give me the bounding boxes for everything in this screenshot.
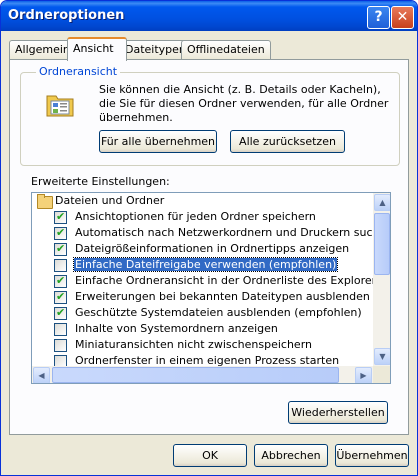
advanced-settings-label: Erweiterte Einstellungen:	[31, 175, 170, 188]
checkbox[interactable]	[54, 339, 67, 352]
cancel-button[interactable]: Abbrechen	[254, 444, 328, 467]
window-title: Ordneroptionen	[8, 8, 125, 23]
folder-view-description: Sie können die Ansicht (z. B. Details od…	[99, 83, 389, 124]
checkbox[interactable]: ✔	[54, 274, 67, 288]
vertical-scroll-thumb[interactable]	[374, 213, 390, 275]
ok-button[interactable]: OK	[173, 444, 247, 467]
close-button[interactable]: ✕	[391, 6, 414, 29]
checkbox[interactable]: ✔	[54, 306, 67, 320]
tab-offlinedateien[interactable]: Offlinedateien	[181, 40, 271, 59]
list-item-label: Erweiterungen bei bekannten Dateitypen a…	[75, 290, 370, 303]
checkbox[interactable]: ✔	[54, 242, 67, 256]
check-icon: ✔	[56, 306, 66, 319]
list-item-label: Geschützte Systemdateien ausblenden (emp…	[75, 306, 362, 319]
check-icon: ✔	[56, 290, 66, 303]
scroll-right-icon[interactable]: ▶	[355, 367, 372, 383]
scrollbar-corner	[373, 366, 390, 383]
scroll-left-icon[interactable]: ◀	[33, 367, 50, 383]
folder-icon	[37, 194, 53, 209]
list-item-label: Dateien und Ordner	[55, 194, 165, 207]
restore-defaults-button[interactable]: Wiederherstellen	[288, 401, 388, 424]
apply-button[interactable]: Übernehmen	[335, 444, 409, 467]
checkbox[interactable]: ✔	[54, 210, 67, 224]
scroll-down-icon[interactable]: ▼	[374, 348, 390, 365]
advanced-settings-list[interactable]: Dateien und Ordner ✔ Ansichtoptionen für…	[31, 192, 391, 384]
horizontal-scroll-thumb[interactable]	[52, 367, 339, 383]
horizontal-scrollbar[interactable]: ◀ ▶	[32, 366, 373, 383]
checkbox[interactable]: ✔	[54, 290, 67, 304]
check-icon: ✔	[56, 242, 66, 255]
check-icon: ✔	[56, 226, 66, 239]
check-icon: ✔	[56, 274, 66, 287]
vertical-scrollbar[interactable]: ▲ ▼	[373, 193, 390, 366]
checkbox[interactable]: ✔	[54, 226, 67, 240]
scroll-up-icon[interactable]: ▲	[374, 194, 390, 211]
folder-view-title: Ordneransicht	[36, 65, 121, 78]
list-item-label: Einfache Ordneransicht in der Ordnerlist…	[75, 274, 390, 287]
check-icon: ✔	[56, 210, 66, 223]
list-item-label: Inhalte von Systemordnern anzeigen	[75, 322, 278, 335]
list-item-label: Einfache Dateifreigabe verwenden (empfoh…	[72, 257, 339, 272]
checkbox[interactable]	[54, 259, 67, 272]
list-item-label: Dateigrößeinformationen in Ordnertipps a…	[75, 242, 350, 255]
checkbox[interactable]	[54, 323, 67, 336]
help-button[interactable]: ?	[367, 6, 390, 29]
apply-to-all-folders-button[interactable]: Für alle übernehmen	[99, 130, 217, 153]
folder-view-icon	[46, 95, 74, 117]
title-bar[interactable]: Ordneroptionen ? ✕	[1, 1, 417, 31]
folder-options-window: Ordneroptionen ? ✕ Allgemein Ansicht Dat…	[0, 0, 418, 476]
tab-allgemein[interactable]: Allgemein	[9, 40, 76, 59]
list-item-label: Automatisch nach Netzwerkordnern und Dru…	[75, 226, 391, 239]
list-item-label: Miniaturansichten nicht zwischenspeicher…	[75, 338, 312, 351]
list-item-label: Ansichtoptionen für jeden Ordner speiche…	[75, 210, 316, 223]
tab-ansicht[interactable]: Ansicht	[67, 37, 127, 61]
reset-all-folders-button[interactable]: Alle zurücksetzen	[230, 130, 345, 153]
